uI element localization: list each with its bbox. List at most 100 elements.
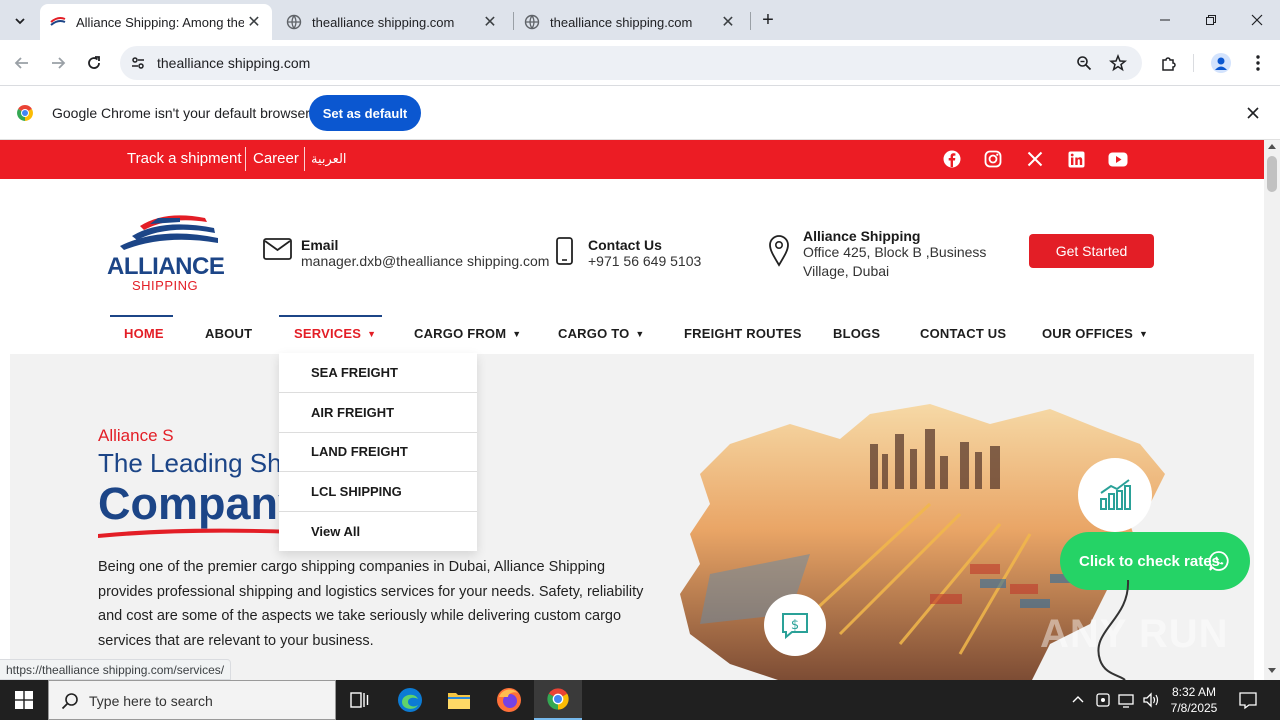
close-window-button[interactable] (1234, 0, 1280, 40)
close-tab-icon[interactable]: ✕ (480, 12, 500, 32)
zoom-icon[interactable] (1076, 55, 1092, 76)
nav-freight-routes[interactable]: FREIGHT ROUTES (684, 326, 802, 341)
tab-title: thealliance shipping.com (550, 14, 693, 30)
default-browser-infobar: Google Chrome isn't your default browser… (0, 87, 1280, 140)
task-view-icon (350, 692, 369, 708)
extensions-button[interactable] (1155, 49, 1183, 77)
notifications-icon[interactable] (1238, 690, 1258, 715)
scroll-down-arrow[interactable] (1268, 668, 1276, 673)
scrollbar-thumb[interactable] (1267, 156, 1277, 192)
volume-icon[interactable] (1142, 692, 1160, 713)
tab-search-button[interactable] (6, 7, 34, 35)
hero-body-line-1: Being one of the premier cargo shipping … (98, 559, 606, 575)
whatsapp-icon (1208, 551, 1229, 571)
topbar-divider (304, 147, 305, 171)
logo-wordmark: ALLIANCE (107, 253, 225, 280)
infobar-message: Google Chrome isn't your default browser (52, 105, 310, 121)
forward-button[interactable] (44, 49, 72, 77)
show-hidden-icons-chevron-icon[interactable] (1071, 692, 1085, 711)
email-value[interactable]: manager.dxb@thealliance shipping.com (301, 252, 549, 271)
nav-about[interactable]: ABOUT (205, 326, 252, 341)
chrome-taskbar-button[interactable] (534, 680, 582, 720)
task-view-button[interactable] (336, 680, 384, 720)
chrome-logo-icon (16, 104, 34, 127)
reload-button[interactable] (80, 49, 108, 77)
edge-taskbar-button[interactable] (386, 680, 434, 720)
facebook-icon[interactable] (941, 148, 963, 170)
tab-alliance-2[interactable]: thealliance shipping.com ✕ (276, 4, 508, 40)
taskbar-search-box[interactable]: Type here to search (48, 680, 336, 720)
nav-cargo-from[interactable]: CARGO FROM ▼ (414, 326, 521, 341)
chrome-menu-button[interactable] (1244, 49, 1272, 77)
site-info-icon[interactable] (130, 55, 146, 76)
browser-toolbar: thealliance shipping.com (0, 40, 1280, 86)
minimize-icon (1160, 19, 1170, 21)
dropdown-land-freight[interactable]: LAND FREIGHT (279, 432, 477, 472)
link-status-bubble: https://thealliance shipping.com/service… (0, 659, 232, 680)
close-tab-icon[interactable]: ✕ (718, 12, 738, 32)
meet-now-icon[interactable] (1095, 692, 1111, 713)
close-tab-icon[interactable]: ✕ (244, 12, 264, 32)
career-link[interactable]: Career (253, 150, 299, 167)
edge-icon (398, 688, 422, 712)
phone-value[interactable]: +971 56 649 5103 (588, 252, 701, 271)
alliance-favicon-icon (50, 14, 66, 30)
address-bar[interactable]: thealliance shipping.com (120, 46, 1142, 80)
nav-cargo-to-label: CARGO TO (558, 326, 630, 341)
services-dropdown-menu: SEA FREIGHT AIR FREIGHT LAND FREIGHT LCL… (279, 353, 477, 551)
nav-cargo-to[interactable]: CARGO TO ▼ (558, 326, 645, 341)
hero-body-line-2: provides professional shipping and logis… (98, 584, 644, 600)
clock-date: 7/8/2025 (1170, 701, 1218, 715)
profile-button[interactable] (1207, 49, 1235, 77)
network-icon[interactable] (1118, 692, 1136, 713)
close-infobar-icon[interactable] (1246, 106, 1260, 125)
alliance-logo[interactable]: ALLIANCE SHIPPING (104, 212, 228, 294)
arrow-right-icon (52, 57, 66, 69)
restore-button[interactable] (1188, 0, 1234, 40)
reload-icon (88, 56, 100, 69)
address-line-1: Office 425, Block B ,Business (803, 244, 987, 260)
avatar-icon (1211, 53, 1231, 73)
nav-freight-routes-label: FREIGHT ROUTES (684, 326, 802, 341)
back-button[interactable] (8, 49, 36, 77)
start-button[interactable] (0, 680, 48, 720)
bookmark-star-icon[interactable] (1109, 53, 1127, 77)
dropdown-sea-freight[interactable]: SEA FREIGHT (279, 353, 477, 393)
nav-home[interactable]: HOME (124, 326, 164, 341)
topbar-divider (245, 147, 246, 171)
more-vert-icon (1256, 55, 1260, 71)
instagram-icon[interactable] (982, 148, 1004, 170)
nav-services-indicator (279, 315, 382, 317)
nav-services[interactable]: SERVICES ▼ (294, 326, 376, 341)
nav-blogs[interactable]: BLOGS (833, 326, 880, 341)
firefox-taskbar-button[interactable] (485, 680, 533, 720)
system-clock[interactable]: 8:32 AM 7/8/2025 (1166, 684, 1222, 716)
x-icon[interactable] (1024, 148, 1046, 170)
page-scrollbar[interactable] (1264, 140, 1280, 680)
tab-alliance-3[interactable]: thealliance shipping.com ✕ (514, 4, 746, 40)
nav-our-offices[interactable]: OUR OFFICES ▼ (1042, 326, 1148, 341)
bar-chart-icon (1100, 479, 1131, 510)
track-shipment-link[interactable]: Track a shipment (127, 150, 242, 167)
arabic-language-link[interactable]: العربية (311, 151, 347, 167)
url-text: thealliance shipping.com (157, 55, 311, 71)
linkedin-icon[interactable] (1065, 148, 1087, 170)
youtube-icon[interactable] (1107, 148, 1129, 170)
minimize-button[interactable] (1142, 0, 1188, 40)
scroll-up-arrow[interactable] (1268, 144, 1276, 149)
firefox-icon (497, 688, 521, 712)
set-as-default-button[interactable]: Set as default (309, 95, 421, 131)
envelope-icon (263, 238, 292, 265)
new-tab-button[interactable]: + (756, 7, 780, 33)
clock-time: 8:32 AM (1171, 685, 1217, 699)
tab-alliance-shipping[interactable]: Alliance Shipping: Among the T ✕ (40, 4, 272, 40)
dropdown-lcl-shipping[interactable]: LCL SHIPPING (279, 472, 477, 512)
file-explorer-taskbar-button[interactable] (435, 680, 483, 720)
dropdown-air-freight[interactable]: AIR FREIGHT (279, 393, 477, 433)
page-viewport: Track a shipment Career العربية ALLIANCE (0, 140, 1264, 680)
nav-contact-us[interactable]: CONTACT US (920, 326, 1006, 341)
svg-text:$: $ (791, 618, 799, 633)
tab-title: thealliance shipping.com (312, 14, 455, 30)
get-started-button[interactable]: Get Started (1029, 234, 1154, 268)
dropdown-view-all[interactable]: View All (279, 511, 477, 551)
